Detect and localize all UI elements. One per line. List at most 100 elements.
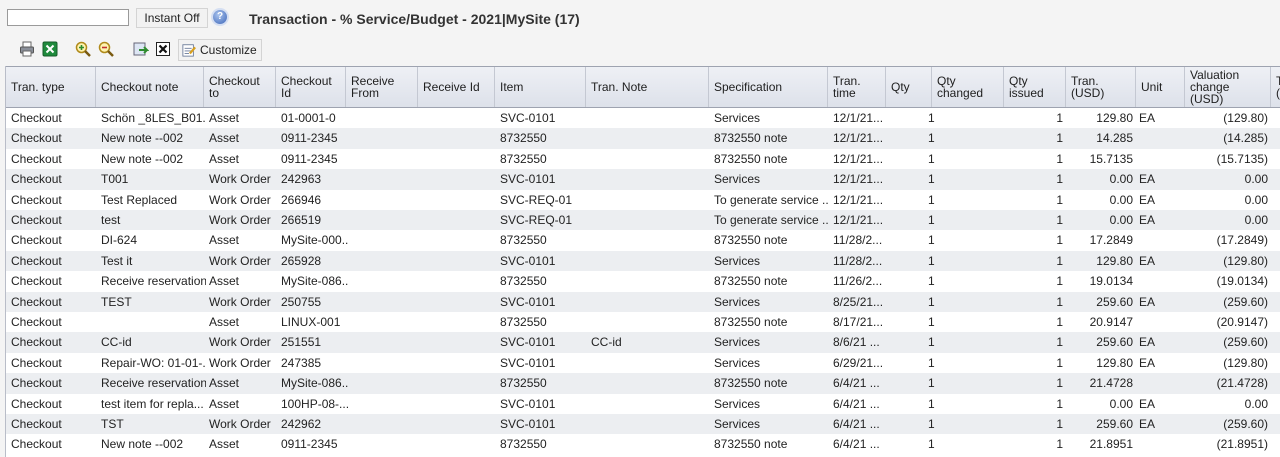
cell-receive-id <box>420 292 497 312</box>
cell-tran-note <box>588 434 711 454</box>
search-input[interactable] <box>7 9 129 26</box>
cell-unit <box>1136 373 1185 393</box>
table-row[interactable]: Checkout New note --002 Asset 0911-2345 8732… <box>6 128 1280 149</box>
cell-qty-changed <box>966 394 1006 414</box>
column-header-qty-issued[interactable]: Qty issued <box>1004 67 1066 107</box>
column-header-tran-usd[interactable]: Tran. (USD) <box>1066 67 1136 107</box>
cell-unit: EA <box>1139 294 1156 309</box>
column-header-tran-note[interactable]: Tran. Note <box>586 67 709 107</box>
cell-receive-from <box>348 149 420 169</box>
column-header-item[interactable]: Item <box>495 67 586 107</box>
cell-qty-issued: 1 <box>1056 396 1063 411</box>
table-row[interactable]: Checkout New note --002 Asset 0911-2345 8732… <box>6 149 1280 169</box>
cell-item: 8732550 <box>500 151 547 166</box>
cell-qty-issued: 1 <box>1056 355 1063 370</box>
table-row[interactable]: Checkout test item for repla... Asset 100HP… <box>6 394 1280 414</box>
table-row[interactable]: Checkout Schön _8LES_B01... Asset 01-0001-0… <box>6 108 1280 128</box>
table-row[interactable]: Checkout Repair-WO: 01-01-... Work Order 24… <box>6 353 1280 373</box>
table-row[interactable]: Checkout CC-id Work Order 251551 SVC-0101 CC-… <box>6 332 1280 353</box>
cell-checkout-note: New note --002 <box>101 437 184 452</box>
cell-receive-id <box>420 210 497 230</box>
column-header-valuation-change[interactable]: Valuation change (USD) <box>1185 67 1271 107</box>
cell-valuation-change: (129.80) <box>1223 355 1268 370</box>
cell-receive-from <box>348 434 420 454</box>
cell-valuation-change: (20.9147) <box>1216 315 1268 329</box>
column-header-specification[interactable]: Specification <box>709 67 828 107</box>
column-header-receive-from[interactable]: Receive From <box>346 67 418 107</box>
help-icon[interactable]: ? <box>213 10 227 24</box>
table-row[interactable]: Checkout TST Work Order 242962 SVC-0101 Servi… <box>6 414 1280 435</box>
cell-qty-changed <box>966 271 1006 291</box>
customize-icon <box>182 44 196 57</box>
table-row[interactable]: Checkout Receive reservation Asset MySite-0… <box>6 373 1280 394</box>
column-header-unit[interactable]: Unit <box>1136 67 1185 107</box>
cell-tran-usd: 129.80 <box>1096 355 1133 370</box>
cell-item: SVC-0101 <box>500 294 556 309</box>
cell-qty-changed <box>966 434 1006 454</box>
table-row[interactable]: Checkout test Work Order 266519 SVC-REQ-01 To… <box>6 210 1280 231</box>
instant-toggle-button[interactable]: Instant Off <box>136 8 208 28</box>
column-header-receive-id[interactable]: Receive Id <box>418 67 495 107</box>
column-header-checkout-id[interactable]: Checkout Id <box>276 67 346 107</box>
column-header-tran-time[interactable]: Tran. time <box>828 67 886 107</box>
cell-tran-type: Checkout <box>11 233 62 248</box>
cell-unit: EA <box>1139 335 1156 350</box>
cell-qty: 1 <box>928 376 935 391</box>
cell-valuation-change: 0.00 <box>1244 396 1268 411</box>
table-row[interactable]: Checkout Asset LINUX-001 8732550 8732550 not… <box>6 312 1280 332</box>
cell-checkout-note: Test it <box>101 253 133 268</box>
cell-qty: 1 <box>928 233 935 248</box>
table-row[interactable]: Checkout T001 Work Order 242963 SVC-0101 Serv… <box>6 169 1280 190</box>
cell-unit: EA <box>1139 111 1156 125</box>
zoom-in-icon[interactable] <box>75 41 91 57</box>
cell-item: SVC-0101 <box>500 355 556 370</box>
cell-checkout-id: 250755 <box>281 294 322 309</box>
cell-item: 8732550 <box>500 233 547 248</box>
cell-tran-type: Checkout <box>11 355 62 370</box>
table-row[interactable]: Checkout New note --002 Asset 0911-2345 8732… <box>6 434 1280 454</box>
cell-unit: EA <box>1139 396 1156 411</box>
cell-unit <box>1136 230 1185 250</box>
cell-tran-note <box>588 312 711 332</box>
cell-item: SVC-0101 <box>500 417 556 431</box>
cell-receive-from <box>348 169 420 189</box>
cell-specification: Services <box>714 396 761 411</box>
cell-tran-note <box>588 394 711 414</box>
cell-tran-usd: 259.60 <box>1096 335 1133 350</box>
cell-tran-type: Checkout <box>11 213 62 227</box>
column-header-checkout-note[interactable]: Checkout note <box>96 67 204 107</box>
table-row[interactable]: Checkout Test Replaced Work Order 266946 SVC… <box>6 190 1280 210</box>
column-header-qty[interactable]: Qty <box>886 67 932 107</box>
cell-checkout-id: 0911-2345 <box>281 151 338 166</box>
column-header-tran-type[interactable]: Tran. type <box>6 67 96 107</box>
cell-checkout-note: Repair-WO: 01-01-... <box>101 355 206 370</box>
close-icon[interactable] <box>155 41 171 57</box>
column-header-checkout-to[interactable]: Checkout to <box>204 67 276 107</box>
table-row[interactable]: Checkout Receive reservation Asset MySite-0… <box>6 271 1280 291</box>
cell-unit <box>1136 434 1185 454</box>
cell-qty-changed <box>966 149 1006 169</box>
cell-checkout-to: Work Order <box>209 253 271 268</box>
print-icon[interactable] <box>19 41 35 57</box>
column-header-truncated[interactable]: T (U <box>1271 67 1280 107</box>
cell-tran-time: 11/28/2... <box>833 253 883 268</box>
cell-tran-type: Checkout <box>11 294 62 309</box>
cell-specification: 8732550 note <box>714 315 788 329</box>
cell-valuation-change: (21.4728) <box>1216 376 1268 391</box>
refresh-icon[interactable] <box>133 41 149 57</box>
customize-button[interactable]: Customize <box>178 39 262 61</box>
cell-tran-time: 8/17/21... <box>833 315 884 329</box>
table-row[interactable]: Checkout Test it Work Order 265928 SVC-0101 S… <box>6 250 1280 272</box>
cell-receive-from <box>348 230 420 250</box>
excel-export-icon[interactable] <box>42 41 58 57</box>
column-header-qty-changed[interactable]: Qty changed <box>932 67 1004 107</box>
cell-specification: 8732550 note <box>714 437 788 452</box>
cell-item: 8732550 <box>500 315 547 329</box>
cell-receive-id <box>420 251 497 271</box>
zoom-out-icon[interactable] <box>98 41 114 57</box>
cell-valuation-change: (259.60) <box>1223 335 1268 350</box>
cell-item: SVC-0101 <box>500 396 556 411</box>
table-row[interactable]: Checkout TEST Work Order 250755 SVC-0101 Serv… <box>6 291 1280 312</box>
table-row[interactable]: Checkout DI-624 Asset MySite-000... 8732550 8… <box>6 230 1280 250</box>
cell-receive-id <box>420 353 497 373</box>
